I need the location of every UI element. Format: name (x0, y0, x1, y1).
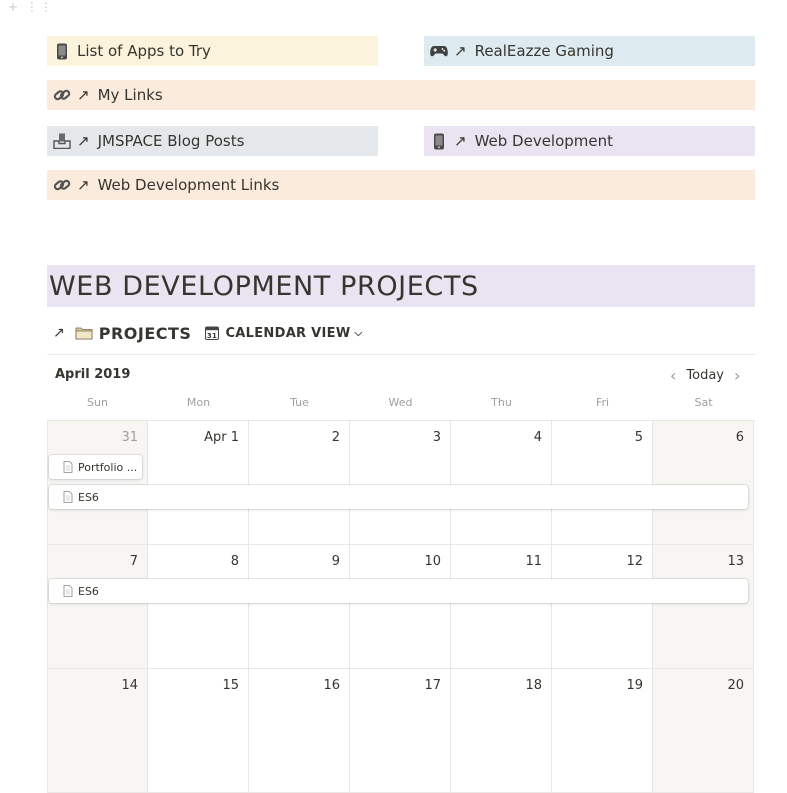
page-link-label: JMSPACE Blog Posts (97, 132, 245, 150)
calendar-month: April 2019 (55, 367, 131, 382)
day-number: 16 (323, 678, 340, 693)
calendar-day-cell[interactable]: 12 (552, 545, 653, 669)
day-number: 6 (735, 430, 744, 445)
page-link-label: List of Apps to Try (77, 42, 211, 60)
calendar-day-cell[interactable]: 10 (350, 545, 451, 669)
previous-month-button[interactable]: ‹ (664, 366, 682, 385)
calendar-icon: 31 (205, 326, 220, 340)
svg-text:31: 31 (207, 332, 217, 340)
calendar-day-cell[interactable]: 13 (653, 545, 754, 669)
calendar-day-cell[interactable]: 14 (47, 669, 148, 793)
link-arrow-icon: ↗ (77, 176, 90, 194)
calendar-day-cell[interactable]: 6 (653, 421, 754, 545)
link-arrow-icon: ↗ (454, 42, 467, 60)
day-number: 5 (634, 430, 643, 445)
calendar-day-cell[interactable]: 2 (249, 421, 350, 545)
link-arrow-icon: ↗ (454, 132, 467, 150)
calendar-day-cell[interactable]: 8 (148, 545, 249, 669)
event-title: ES6 (78, 490, 99, 504)
divider (47, 354, 755, 355)
calendar-nav: ‹ Today › (664, 366, 746, 385)
day-number: 19 (626, 678, 643, 693)
chain-link-icon (53, 176, 71, 194)
inbox-tray-icon (53, 132, 71, 150)
weekday-label: Fri (595, 396, 610, 409)
calendar-event-card[interactable]: Portfolio ... (49, 455, 142, 479)
calendar-day-cell[interactable]: 15 (148, 669, 249, 793)
page-link-label: RealEazze Gaming (474, 42, 614, 60)
day-number: 7 (129, 554, 138, 569)
next-month-button[interactable]: › (728, 366, 746, 385)
calendar-day-cell[interactable]: 4 (451, 421, 552, 545)
day-number: 15 (222, 678, 239, 693)
day-number: 10 (424, 554, 441, 569)
day-number: 14 (121, 678, 138, 693)
page-link-my-links[interactable]: ↗ My Links (47, 80, 755, 110)
day-number: 12 (626, 554, 643, 569)
folder-icon (75, 326, 93, 340)
page-doc-icon (63, 491, 73, 503)
gamepad-icon (430, 42, 448, 60)
calendar-day-cell[interactable]: 3 (350, 421, 451, 545)
calendar-day-cell[interactable]: 20 (653, 669, 754, 793)
link-arrow-icon: ↗ (77, 132, 90, 150)
day-number: 9 (331, 554, 340, 569)
calendar-event-card[interactable]: ES6 (49, 485, 748, 509)
calendar-day-cell[interactable]: 16 (249, 669, 350, 793)
page-link-web-development[interactable]: ↗ Web Development (424, 126, 755, 156)
block-drag-handle[interactable]: + ⋮⋮ (8, 0, 54, 14)
day-number: Apr 1 (204, 430, 239, 445)
calendar-day-cell[interactable]: 19 (552, 669, 653, 793)
page-link-jmspace-blog-posts[interactable]: ↗ JMSPACE Blog Posts (47, 126, 378, 156)
weekday-label: Sun (87, 396, 108, 409)
calendar-day-cell[interactable]: 5 (552, 421, 653, 545)
chain-link-icon (53, 86, 71, 104)
open-database-arrow-icon[interactable]: ↗ (53, 325, 65, 341)
page-link-web-development-links[interactable]: ↗ Web Development Links (47, 170, 755, 200)
today-button[interactable]: Today (682, 368, 728, 383)
day-number: 20 (727, 678, 744, 693)
day-number: 11 (525, 554, 542, 569)
day-number: 8 (230, 554, 239, 569)
page-link-label: My Links (97, 86, 163, 104)
calendar-day-cell[interactable]: 31 (47, 421, 148, 545)
section-heading: WEB DEVELOPMENT PROJECTS (47, 265, 755, 307)
calendar-day-cell[interactable]: 7 (47, 545, 148, 669)
view-label: CALENDAR VIEW (225, 325, 351, 341)
event-title: Portfolio ... (78, 460, 138, 474)
day-number: 4 (533, 430, 542, 445)
day-number: 2 (331, 430, 340, 445)
page-link-label: Web Development (474, 132, 614, 150)
page-doc-icon (63, 585, 73, 597)
page-link-realeazze-gaming[interactable]: ↗ RealEazze Gaming (424, 36, 755, 66)
weekday-label: Thu (491, 396, 512, 409)
calendar-day-cell[interactable]: 18 (451, 669, 552, 793)
weekday-label: Tue (290, 396, 309, 409)
weekday-label: Mon (186, 396, 211, 409)
calendar-grid: 31 Apr 1 2 3 4 5 6 7 8 9 10 11 12 13 14 15 16 17 18 19 20 Por… (47, 420, 755, 793)
day-number: 31 (121, 430, 138, 445)
page-doc-icon (63, 461, 73, 473)
weekday-label: Sat (694, 396, 713, 409)
phone-icon (53, 42, 71, 60)
calendar-day-cell[interactable]: 9 (249, 545, 350, 669)
page-link-apps-to-try[interactable]: List of Apps to Try (47, 36, 378, 66)
day-number: 18 (525, 678, 542, 693)
calendar-day-cell[interactable]: Apr 1 (148, 421, 249, 545)
calendar-day-cell[interactable]: 17 (350, 669, 451, 793)
calendar-day-cell[interactable]: 11 (451, 545, 552, 669)
chevron-down-icon: ⌵ (354, 327, 363, 339)
day-number: 17 (424, 678, 441, 693)
page-link-label: Web Development Links (97, 176, 280, 194)
weekday-label: Wed (388, 396, 413, 409)
phone-icon (430, 132, 448, 150)
link-arrow-icon: ↗ (77, 86, 90, 104)
day-number: 3 (432, 430, 441, 445)
view-switcher[interactable]: 31 CALENDAR VIEW ⌵ (205, 326, 362, 341)
day-number: 13 (727, 554, 744, 569)
event-title: ES6 (78, 584, 99, 598)
calendar-event-card[interactable]: ES6 (49, 579, 748, 603)
database-title[interactable]: PROJECTS (99, 324, 192, 343)
database-header: ↗ PROJECTS 31 CALENDAR VIEW ⌵ (47, 318, 362, 348)
